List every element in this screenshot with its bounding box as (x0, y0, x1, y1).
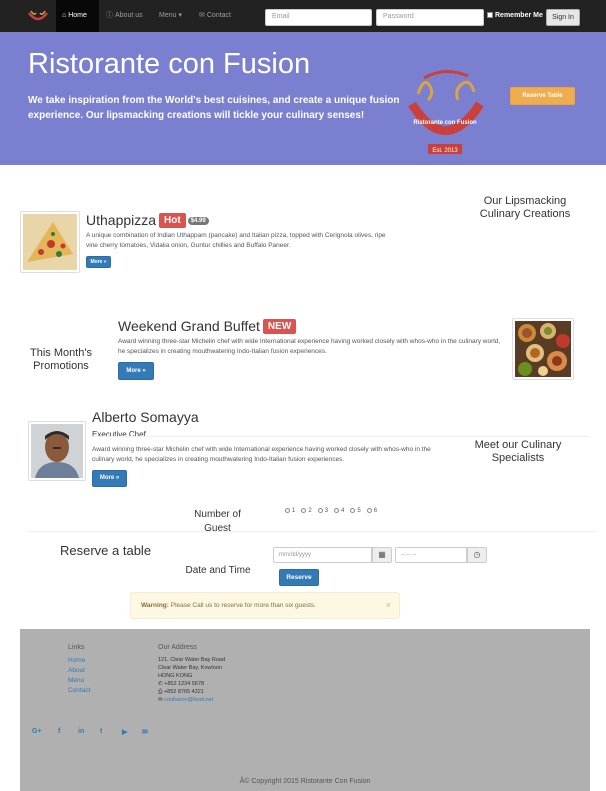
leader-name: Alberto Somayya (92, 409, 199, 425)
sign-in-button[interactable]: Sign In (546, 9, 580, 26)
reserve-button[interactable]: Reserve (279, 569, 319, 586)
info-icon: ⓘ (106, 12, 113, 19)
leader-more-button[interactable]: More » (92, 470, 127, 487)
guest-option-3[interactable]: 3 (317, 508, 328, 514)
nav-contact[interactable]: ✉ Contact (199, 0, 231, 32)
footer-link-about[interactable]: About (68, 667, 85, 674)
guest-option-6[interactable]: 6 (366, 508, 377, 514)
section-divider (90, 436, 590, 437)
phone-line: ✆ +852 1234 5678 (158, 681, 205, 687)
radio-icon[interactable] (334, 508, 340, 513)
radio-icon[interactable] (301, 508, 307, 513)
fax-icon: ⎙ (158, 689, 163, 695)
links-heading: Links (68, 644, 85, 651)
mail-icon[interactable]: ✉ (142, 728, 148, 736)
radio-icon[interactable] (285, 508, 290, 513)
calendar-icon[interactable]: ▦ (372, 547, 392, 563)
footer-link-menu[interactable]: Menu (68, 677, 84, 684)
google-plus-icon[interactable]: G+ (32, 728, 42, 735)
promotion-heading: Weekend Grand Buffet NEW (118, 318, 297, 334)
envelope-icon: ✉ (199, 12, 205, 19)
address-line: HONG KONG (158, 673, 193, 679)
buffet-image (512, 318, 574, 380)
svg-text:Est. 2013: Est. 2013 (432, 148, 458, 154)
guest-option-4[interactable]: 4 (334, 508, 344, 514)
svg-text:Ristorante con Fusion: Ristorante con Fusion (413, 120, 477, 126)
twitter-icon[interactable]: t (100, 728, 102, 735)
radio-icon[interactable] (317, 508, 323, 513)
new-label: NEW (262, 319, 297, 334)
leader-side-heading: Meet our Culinary Specialists (474, 439, 562, 464)
leader-image (28, 421, 86, 481)
nav-home[interactable]: ⌂ Home (56, 0, 99, 32)
buffet-dishes-image (515, 321, 571, 377)
warning-alert: Warning: Please Call us to reserve for m… (130, 592, 400, 619)
clock-icon[interactable]: ◷ (467, 547, 487, 563)
leader-description: Award winning three-star Michelin chef w… (92, 446, 431, 463)
checkbox-icon[interactable] (487, 12, 493, 18)
linkedin-icon[interactable]: in (78, 728, 84, 735)
address-line: 121, Clear Water Bay Road (158, 657, 226, 663)
youtube-icon[interactable]: ▶ (122, 728, 127, 736)
reserve-heading: Reserve a table (60, 543, 152, 558)
section-divider (28, 531, 596, 532)
dish-more-button[interactable]: More » (86, 256, 111, 268)
radio-icon[interactable] (366, 508, 372, 513)
time-input[interactable]: --:-- -- (395, 547, 467, 563)
leader-designation: Executive Chef (92, 430, 146, 439)
uthappizza-image (20, 211, 80, 273)
date-input[interactable]: mm/dd/yyyy (273, 547, 372, 563)
promotion-side-heading: This Month's Promotions (29, 347, 92, 372)
email-input[interactable]: Email (265, 9, 372, 26)
brand-logo[interactable] (27, 7, 49, 25)
restaurant-logo: Ristorante con Fusion Est. 2013 (408, 70, 484, 154)
navbar: ⌂ Home ⓘ About us Menu ▾ ✉ Contact Email Pa… (0, 0, 606, 32)
home-icon: ⌂ (62, 12, 67, 19)
facebook-icon[interactable]: f (58, 728, 60, 735)
email-line: ✉ confusion@food.net (158, 697, 213, 703)
address-heading: Our Address (158, 644, 197, 651)
remember-me-checkbox[interactable]: Remember Me (487, 12, 543, 19)
phone-icon: ✆ (158, 681, 163, 687)
footer: Links Home About Menu Contact Our Addres… (20, 629, 590, 791)
nav-menu[interactable]: Menu ▾ (159, 0, 182, 32)
address-line: Clear Water Bay, Kowloon (158, 665, 222, 671)
restaurant-tagline: We take inspiration from the World's bes… (28, 95, 400, 121)
reserve-table-button[interactable]: Reserve Table (510, 87, 575, 105)
fax-line: ⎙ +852 8765 4321 (158, 689, 204, 695)
guest-option-1[interactable]: 1 (285, 508, 295, 514)
radio-icon[interactable] (350, 508, 356, 513)
password-input[interactable]: Password (376, 9, 484, 26)
jumbotron: Ristorante con Fusion We take inspiratio… (0, 32, 606, 165)
price-badge: $4.99 (187, 217, 209, 225)
footer-link-contact[interactable]: Contact (68, 687, 90, 694)
datetime-label: Date and Time (185, 565, 251, 576)
dish-heading: Uthappizza Hot $4.99 (86, 212, 209, 228)
email-link[interactable]: confusion@food.net (164, 697, 213, 703)
promotion-description: Award winning three-star Michelin chef w… (118, 338, 501, 355)
guest-option-2[interactable]: 2 (301, 508, 312, 514)
chef-portrait (31, 424, 83, 478)
dish-description: A unique combination of Indian Uthappam … (86, 232, 386, 249)
close-icon[interactable]: × (386, 600, 391, 610)
guest-option-5[interactable]: 5 (350, 508, 361, 514)
copyright: Â© Copyright 2015 Ristorante Con Fusion (239, 778, 371, 785)
footer-link-home[interactable]: Home (68, 657, 85, 664)
promotion-more-button[interactable]: More » (118, 362, 154, 380)
dish-side-heading: Our Lipsmacking Culinary Creations (479, 195, 571, 220)
guest-radio-group: 123456 (285, 508, 383, 514)
pizza-image (23, 214, 77, 270)
nav-about[interactable]: ⓘ About us (106, 0, 143, 32)
envelope-icon: ✉ (158, 697, 163, 703)
restaurant-title: Ristorante con Fusion (28, 48, 311, 80)
hot-label: Hot (159, 213, 186, 228)
